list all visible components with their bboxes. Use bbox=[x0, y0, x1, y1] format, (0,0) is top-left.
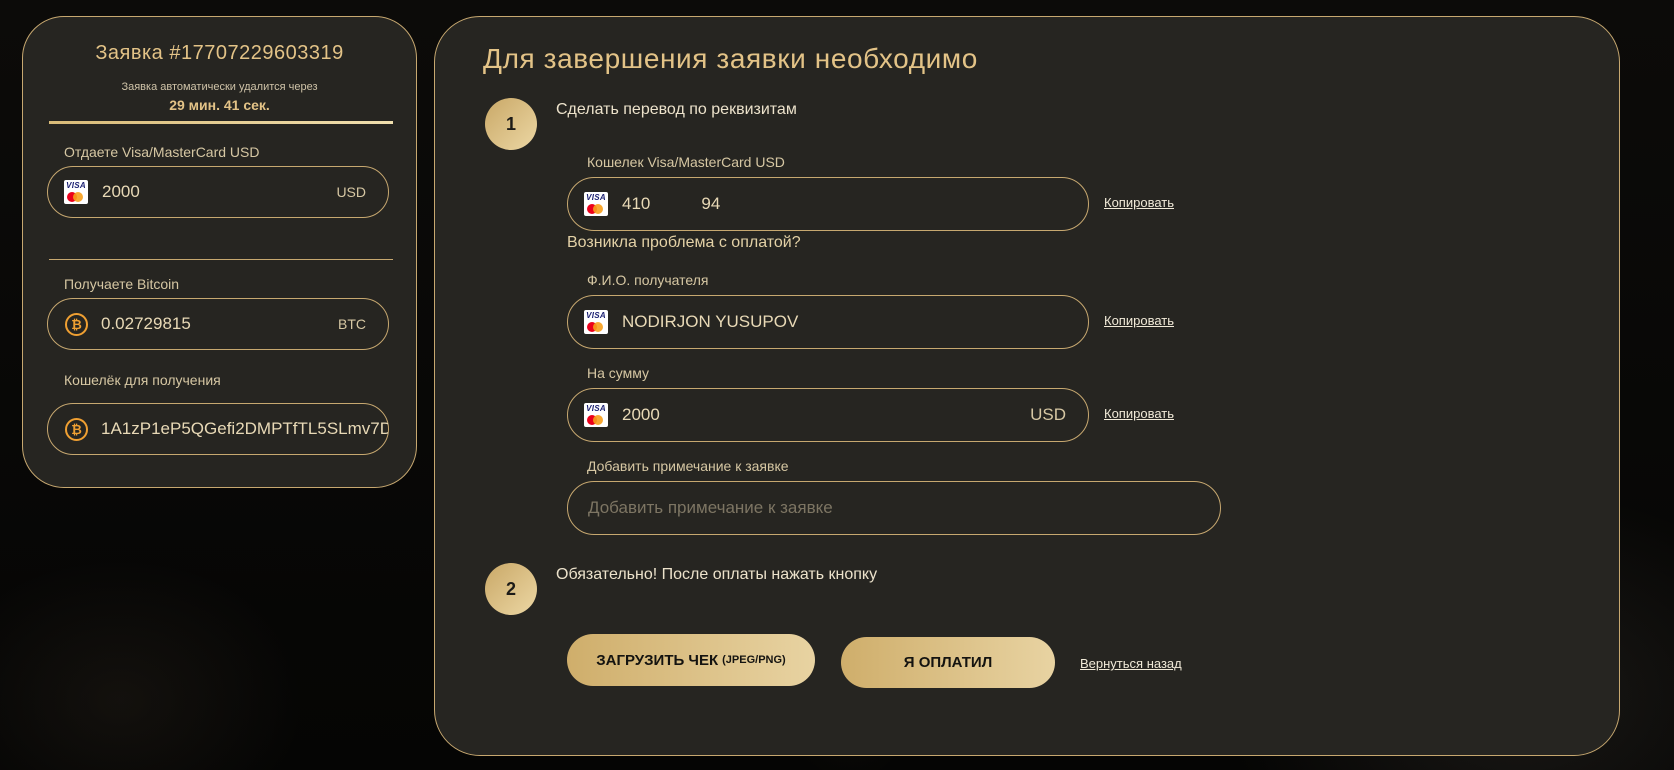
payment-instructions-card: Для завершения заявки необходимо 1 Сдела… bbox=[434, 16, 1620, 756]
timer-progress-fill bbox=[49, 121, 393, 124]
amount-currency: USD bbox=[1030, 405, 1066, 424]
step-2-text: Обязательно! После оплаты нажать кнопку bbox=[556, 566, 878, 583]
receive-label: Получаете Bitcoin bbox=[64, 276, 180, 292]
bitcoin-icon: ₿ bbox=[65, 312, 88, 336]
receive-amount-field[interactable]: ₿ 0.02729815 BTC bbox=[47, 298, 389, 350]
give-label: Отдаете Visa/MasterCard USD bbox=[64, 144, 260, 160]
step-1-text: Сделать перевод по реквизитам bbox=[556, 101, 797, 118]
copy-recipient-link[interactable]: Копировать bbox=[1104, 313, 1174, 328]
timer-progress-bar bbox=[49, 121, 393, 124]
recipient-name-value: NODIRJON YUSUPOV bbox=[622, 312, 799, 331]
countdown-timer: 29 мин. 41 сек. bbox=[169, 97, 270, 113]
payment-problem-link[interactable]: Возникла проблема с оплатой? bbox=[567, 234, 801, 252]
receive-amount-value: 0.02729815 bbox=[101, 314, 191, 333]
visa-mastercard-icon: VISA bbox=[584, 310, 608, 334]
recipient-label: Ф.И.О. получателя bbox=[587, 272, 709, 288]
i-paid-button[interactable]: Я ОПЛАТИЛ bbox=[841, 637, 1055, 688]
visa-mastercard-icon: VISA bbox=[584, 403, 608, 427]
receive-wallet-value: 1A1zP1eP5QGefi2DMPTfTL5SLmv7DivfNa bbox=[101, 419, 388, 438]
order-summary-card: Заявка #17707229603319 Заявка автоматиче… bbox=[22, 16, 417, 488]
order-title: Заявка #17707229603319 bbox=[95, 42, 344, 64]
page-title: Для завершения заявки необходимо bbox=[483, 43, 978, 74]
bitcoin-icon: ₿ bbox=[65, 417, 88, 441]
upload-receipt-hint: (JPEG/PNG) bbox=[722, 654, 786, 666]
visa-mastercard-icon: VISA bbox=[584, 192, 608, 216]
note-label: Добавить примечание к заявке bbox=[587, 458, 789, 474]
amount-value: 2000 bbox=[622, 405, 660, 424]
give-currency: USD bbox=[336, 184, 366, 200]
card-wallet-value: 410 94 bbox=[622, 194, 721, 213]
section-divider bbox=[49, 259, 393, 260]
amount-field[interactable]: VISA 2000 USD bbox=[567, 388, 1089, 442]
give-amount-value: 2000 bbox=[102, 182, 140, 201]
note-input[interactable] bbox=[567, 481, 1221, 535]
go-back-link[interactable]: Вернуться назад bbox=[1080, 656, 1182, 671]
amount-label: На сумму bbox=[587, 365, 650, 381]
copy-wallet-link[interactable]: Копировать bbox=[1104, 195, 1174, 210]
card-wallet-label: Кошелек Visa/MasterCard USD bbox=[587, 154, 785, 170]
give-amount-field[interactable]: VISA 2000 USD bbox=[47, 166, 389, 218]
recipient-name-field[interactable]: VISA NODIRJON YUSUPOV bbox=[567, 295, 1089, 349]
receive-currency: BTC bbox=[338, 316, 366, 332]
wallet-label: Кошелёк для получения bbox=[64, 372, 221, 388]
visa-mastercard-icon: VISA bbox=[64, 180, 88, 204]
upload-receipt-label: ЗАГРУЗИТЬ ЧЕК bbox=[596, 651, 719, 669]
card-wallet-field[interactable]: VISA 410 94 bbox=[567, 177, 1089, 231]
step-2-badge: 2 bbox=[485, 563, 537, 615]
copy-amount-link[interactable]: Копировать bbox=[1104, 406, 1174, 421]
upload-receipt-button[interactable]: ЗАГРУЗИТЬ ЧЕК (JPEG/PNG) bbox=[567, 634, 815, 686]
receive-wallet-field[interactable]: ₿ 1A1zP1eP5QGefi2DMPTfTL5SLmv7DivfNa bbox=[47, 403, 389, 455]
step-1-badge: 1 bbox=[485, 98, 537, 150]
auto-delete-text: Заявка автоматически удалится через bbox=[121, 81, 318, 93]
